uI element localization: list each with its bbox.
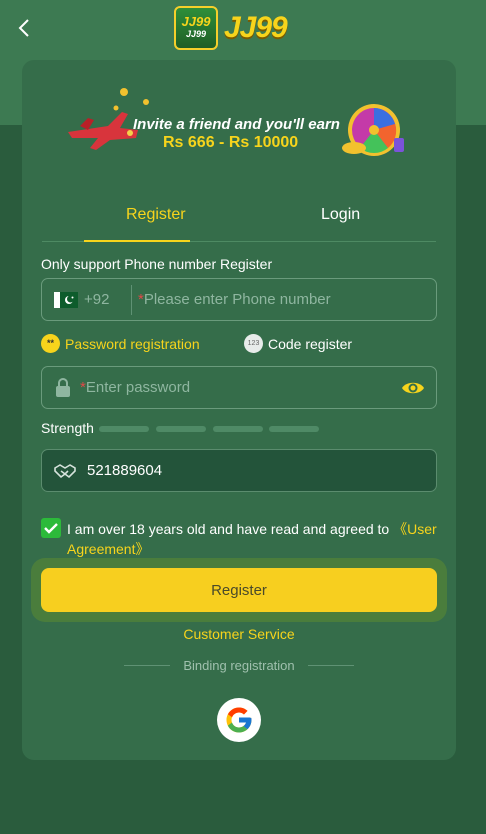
register-card: Invite a friend and you'll earn Rs 666 -… — [22, 60, 456, 760]
phone-field[interactable]: +92 *Please enter Phone number — [41, 278, 437, 321]
country-code-selector[interactable]: +92 — [84, 291, 109, 308]
password-input[interactable]: *Enter password — [80, 379, 190, 396]
code-register-label: Code register — [268, 335, 353, 352]
strength-bar — [269, 426, 319, 432]
password-mode-icon: ** — [41, 334, 60, 353]
field-divider — [131, 285, 132, 315]
logo-badge: JJ99 JJ99 — [174, 6, 218, 50]
logo-text: JJ99 — [224, 11, 288, 44]
pakistan-flag-icon — [54, 292, 78, 308]
invite-code-value[interactable]: 521889604 — [87, 462, 162, 479]
invite-banner[interactable]: Invite a friend and you'll earn Rs 666 -… — [60, 76, 418, 166]
divider-line — [308, 665, 354, 666]
strength-bar — [156, 426, 206, 432]
agree-text: I am over 18 years old and have read and… — [67, 519, 437, 559]
handshake-icon — [54, 462, 76, 485]
checkmark-icon — [44, 523, 58, 534]
registration-modes: ** Password registration 123 Code regist… — [41, 334, 437, 356]
agree-checkbox[interactable] — [41, 518, 61, 538]
prize-wheel-icon — [342, 104, 404, 156]
password-field[interactable]: *Enter password — [41, 366, 437, 409]
user-agreement: I am over 18 years old and have read and… — [41, 517, 437, 559]
google-icon — [226, 707, 252, 733]
password-strength: Strength — [41, 420, 437, 436]
support-label: Only support Phone number Register — [41, 256, 273, 272]
banner-headline: Invite a friend and you'll earn — [133, 116, 340, 133]
password-registration-option[interactable]: ** Password registration — [41, 334, 200, 353]
airplane-icon — [68, 112, 138, 150]
phone-input[interactable]: *Please enter Phone number — [138, 291, 331, 308]
password-placeholder: Enter password — [85, 379, 191, 396]
binding-registration: Binding registration — [124, 658, 354, 674]
code-register-option[interactable]: 123 Code register — [244, 334, 352, 353]
tab-login[interactable]: Login — [321, 206, 360, 224]
password-registration-label: Password registration — [65, 335, 200, 352]
lock-icon — [55, 378, 71, 403]
tab-register[interactable]: Register — [126, 206, 186, 224]
chevron-left-icon — [18, 19, 29, 37]
register-button[interactable]: Register — [41, 568, 437, 612]
back-button[interactable] — [12, 14, 40, 42]
phone-placeholder: Please enter Phone number — [143, 291, 331, 308]
coin-icons — [113, 88, 149, 111]
app-logo: JJ99 JJ99 JJ99 — [174, 6, 288, 50]
active-tab-indicator — [84, 240, 190, 242]
code-mode-icon: 123 — [244, 334, 263, 353]
logo-badge-top: JJ99 — [181, 14, 211, 29]
logo-badge-bottom: JJ99 — [185, 29, 207, 39]
eye-icon[interactable] — [401, 379, 425, 402]
strength-label: Strength — [41, 420, 94, 436]
invite-code-field[interactable]: 521889604 — [41, 449, 437, 492]
customer-service-link[interactable]: Customer Service — [22, 626, 456, 642]
google-login-button[interactable] — [217, 698, 261, 742]
banner-amount: Rs 666 - Rs 10000 — [163, 134, 299, 151]
auth-tabs: Register Login — [42, 200, 436, 242]
agree-statement: I am over 18 years old and have read and… — [67, 521, 394, 537]
strength-bar — [99, 426, 149, 432]
strength-bar — [213, 426, 263, 432]
